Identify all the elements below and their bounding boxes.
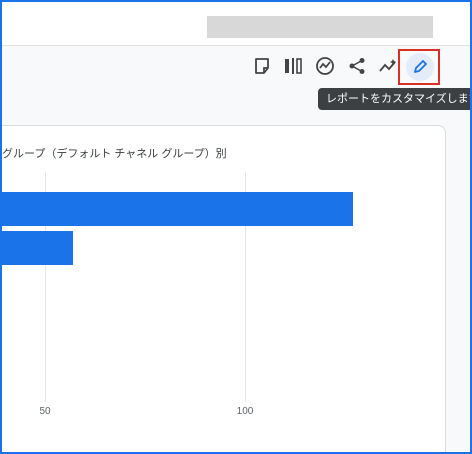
compare-icon[interactable] xyxy=(281,54,305,78)
note-icon[interactable] xyxy=(250,54,274,78)
tooltip: レポートをカスタマイズします xyxy=(318,88,470,110)
bar-1[interactable] xyxy=(2,192,353,226)
insights-icon[interactable] xyxy=(313,54,337,78)
x-tick-label: 50 xyxy=(39,406,51,417)
anomaly-icon[interactable] xyxy=(376,54,400,78)
bar-2[interactable] xyxy=(2,231,73,265)
customize-report-button[interactable] xyxy=(406,53,434,81)
search-bar[interactable] xyxy=(207,16,433,38)
top-header xyxy=(2,2,470,46)
app-window: レポートをカスタマイズします グループ（デフォルト チャネル グループ）別 50… xyxy=(0,0,472,454)
pencil-icon xyxy=(414,60,427,73)
chart-card xyxy=(2,125,446,452)
chart-title: グループ（デフォルト チャネル グループ）別 xyxy=(2,148,227,160)
x-tick-label: 100 xyxy=(236,406,254,417)
share-icon[interactable] xyxy=(345,54,369,78)
